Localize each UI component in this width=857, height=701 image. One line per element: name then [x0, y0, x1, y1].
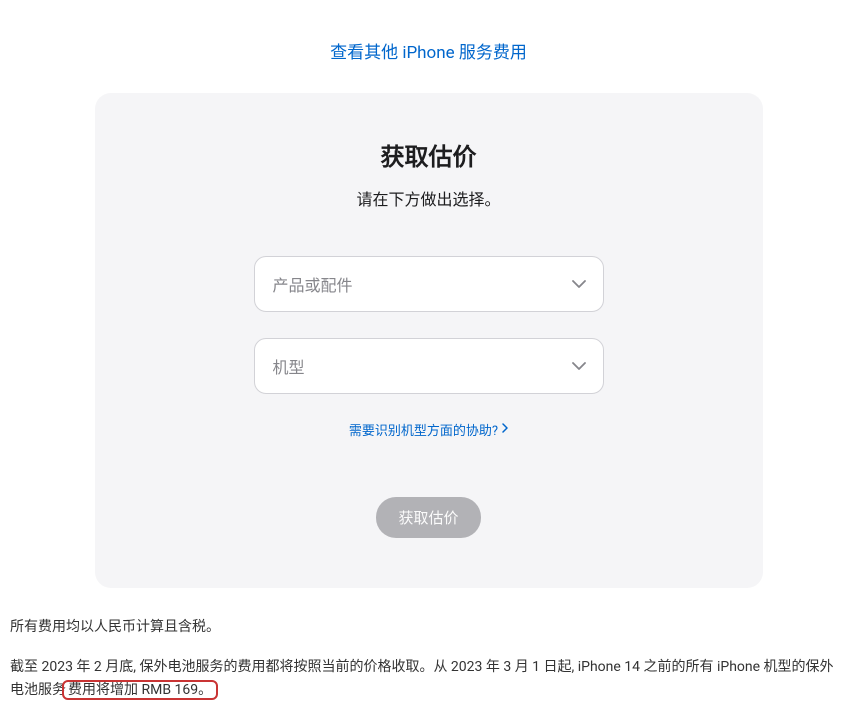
footer-notes: 所有费用均以人民币计算且含税。 截至 2023 年 2 月底, 保外电池服务的费…: [0, 588, 857, 701]
help-link-label: 需要识别机型方面的协助?: [349, 420, 498, 439]
card-title: 获取估价: [145, 137, 713, 172]
card-subtitle: 请在下方做出选择。: [145, 186, 713, 210]
get-estimate-button[interactable]: 获取估价: [376, 497, 480, 538]
estimate-card: 获取估价 请在下方做出选择。 产品或配件 机型 需要识别机型方面的协助? 获取估…: [95, 93, 763, 588]
identify-model-help-link[interactable]: 需要识别机型方面的协助?: [349, 420, 508, 439]
chevron-right-icon: [502, 422, 508, 437]
highlight-annotation: 费用将增加 RMB 169。: [62, 680, 218, 700]
model-select[interactable]: 机型: [254, 338, 604, 394]
product-select[interactable]: 产品或配件: [254, 256, 604, 312]
footer-line-1: 所有费用均以人民币计算且含税。: [10, 616, 847, 638]
other-services-link[interactable]: 查看其他 iPhone 服务费用: [330, 43, 527, 63]
footer-line-2: 截至 2023 年 2 月底, 保外电池服务的费用都将按照当前的价格收取。从 2…: [10, 656, 847, 701]
